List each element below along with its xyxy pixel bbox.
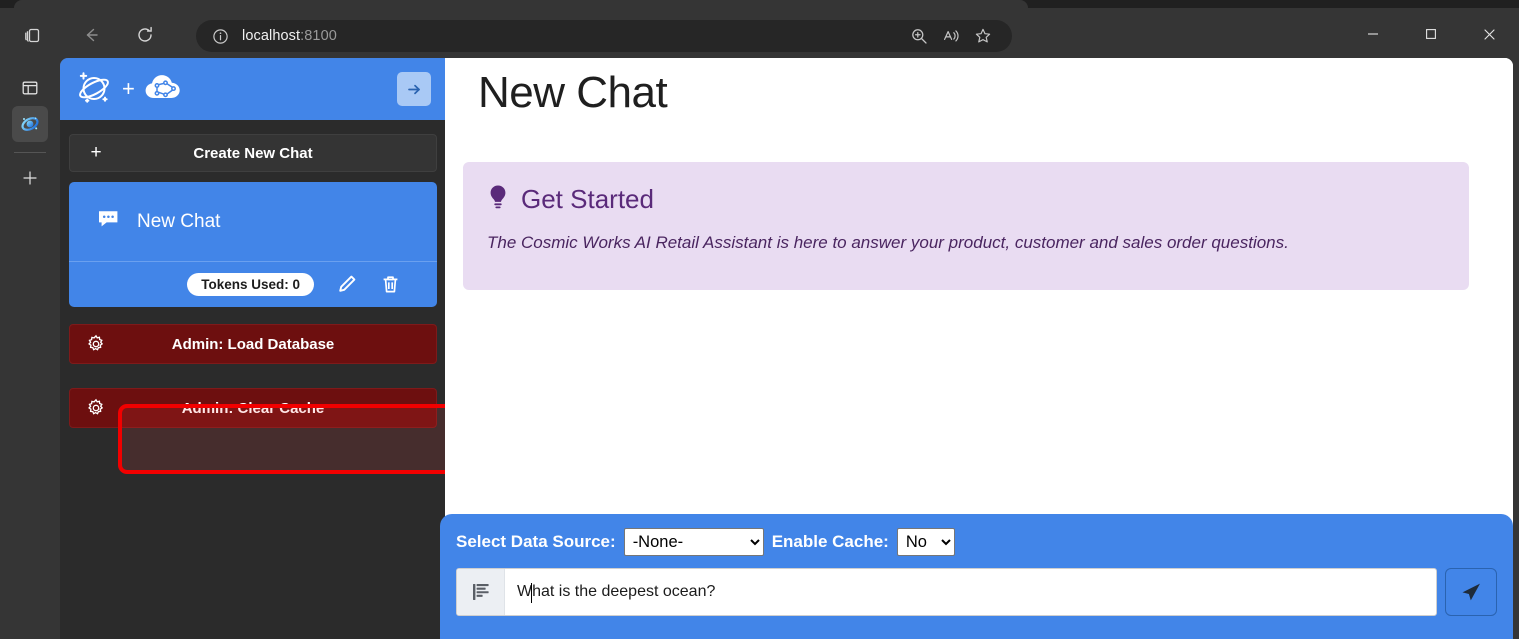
- prompt-input[interactable]: What is the deepest ocean?: [505, 569, 1436, 615]
- chat-session-item[interactable]: New Chat Tokens Used: 0: [69, 182, 437, 307]
- cosmos-db-planet-icon: [74, 68, 114, 111]
- tokens-used-badge: Tokens Used: 0: [187, 272, 314, 296]
- browser-side-rail: [0, 60, 60, 639]
- create-new-chat-label: Create New Chat: [193, 144, 313, 162]
- prompt-input-rest: hat is the deepest ocean?: [532, 583, 716, 600]
- admin-load-database-button[interactable]: Admin: Load Database: [69, 324, 437, 364]
- rail-divider: [14, 152, 46, 153]
- lightbulb-icon: [487, 184, 509, 215]
- chat-session-header[interactable]: New Chat: [69, 182, 437, 262]
- chat-session-footer: Tokens Used: 0: [69, 262, 437, 306]
- minimize-icon[interactable]: [1350, 16, 1396, 52]
- gear-icon: [70, 398, 122, 418]
- chat-composer: Select Data Source: -None- Enable Cache:…: [440, 514, 1513, 639]
- chat-bubble-icon: [97, 208, 123, 235]
- web-page: + + Create New Chat New Chat Tokens Used…: [60, 58, 1513, 639]
- get-started-panel: Get Started The Cosmic Works AI Retail A…: [463, 162, 1469, 290]
- url-text[interactable]: localhost:8100: [242, 28, 906, 44]
- admin-load-database-label: Admin: Load Database: [171, 335, 335, 353]
- ai-cloud-icon: [143, 71, 185, 108]
- site-info-icon[interactable]: [208, 24, 232, 48]
- composer-input-row: What is the deepest ocean?: [456, 568, 1497, 616]
- collapse-sidebar-button[interactable]: [397, 72, 431, 106]
- read-aloud-icon[interactable]: [938, 23, 964, 49]
- prompt-lines-icon: [457, 569, 505, 615]
- sidebar-header: +: [60, 58, 445, 120]
- data-source-label: Select Data Source:: [456, 532, 616, 551]
- pencil-icon[interactable]: [336, 273, 358, 295]
- split-screen-icon[interactable]: [12, 70, 48, 106]
- url-host: localhost: [242, 28, 301, 44]
- create-new-chat-button[interactable]: + Create New Chat: [69, 134, 437, 172]
- enable-cache-select[interactable]: No: [896, 528, 955, 556]
- get-started-body: The Cosmic Works AI Retail Assistant is …: [487, 233, 1289, 252]
- app-sidebar: + + Create New Chat New Chat Tokens Used…: [60, 58, 582, 639]
- brand-logo: +: [74, 68, 185, 111]
- maximize-icon[interactable]: [1408, 16, 1454, 52]
- url-port: :8100: [300, 28, 337, 44]
- page-title: New Chat: [478, 68, 668, 117]
- text-caret: [531, 583, 533, 603]
- data-source-select[interactable]: -None-: [623, 528, 764, 556]
- chat-session-title: New Chat: [137, 210, 221, 232]
- favorite-star-icon[interactable]: [970, 23, 996, 49]
- prompt-input-wrapper[interactable]: What is the deepest ocean?: [456, 568, 1437, 616]
- back-arrow-icon[interactable]: [74, 18, 108, 52]
- tab-strip: [0, 0, 1519, 8]
- chat-main: New Chat Get Started The Cosmic Works AI…: [440, 58, 1513, 639]
- enable-cache-label: Enable Cache:: [771, 532, 889, 551]
- send-button[interactable]: [1445, 568, 1497, 616]
- zoom-in-icon[interactable]: [906, 23, 932, 49]
- address-bar[interactable]: localhost:8100: [196, 20, 1012, 52]
- browser-toolbar: localhost:8100: [0, 8, 1519, 60]
- collections-icon[interactable]: [16, 18, 50, 52]
- active-tab[interactable]: [14, 0, 1028, 8]
- gear-icon: [70, 334, 122, 354]
- brand-plus: +: [122, 76, 135, 101]
- copilot-orb-icon: [19, 113, 41, 135]
- get-started-header: Get Started: [487, 184, 1445, 215]
- close-icon[interactable]: [1466, 16, 1512, 52]
- copilot-icon[interactable]: [12, 106, 48, 142]
- browser-window: localhost:8100 + + Create New Chat New C…: [0, 0, 1519, 639]
- get-started-title: Get Started: [521, 184, 654, 214]
- composer-options-row: Select Data Source: -None- Enable Cache:…: [456, 528, 1497, 556]
- admin-clear-cache-label: Admin: Clear Cache: [181, 399, 325, 417]
- add-icon[interactable]: [12, 160, 48, 196]
- plus-icon: +: [90, 142, 102, 163]
- reload-icon[interactable]: [128, 18, 162, 52]
- trash-icon[interactable]: [380, 274, 401, 295]
- admin-clear-cache-button[interactable]: Admin: Clear Cache: [69, 388, 437, 428]
- prompt-input-first-char: W: [517, 583, 533, 600]
